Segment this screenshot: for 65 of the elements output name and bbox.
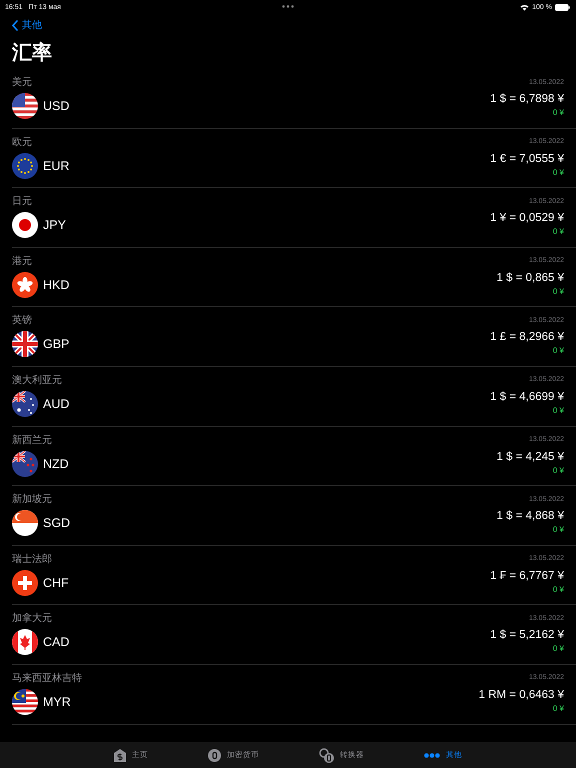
currency-name: 日元 [12, 195, 32, 208]
exchange-rate: 1 $ = 0,865 ¥ [496, 270, 564, 286]
rate-change: 0 ¥ [552, 286, 564, 298]
currency-code: GBP [43, 337, 70, 352]
currency-name: 瑞士法郎 [12, 552, 52, 566]
flag-icon [12, 272, 38, 298]
exchange-rate: 1 $ = 5,2162 ¥ [490, 628, 564, 644]
battery-icon [555, 4, 570, 10]
flag-icon [12, 570, 38, 596]
flag-icon [12, 688, 38, 715]
rate-change: 0 ¥ [552, 166, 564, 179]
wifi-icon [520, 4, 530, 10]
more-icon [424, 752, 440, 758]
flag-icon [12, 390, 38, 417]
flag-icon [12, 212, 38, 238]
more-icon [282, 5, 294, 8]
currency-name: 加拿大元 [12, 612, 52, 626]
rate-change: 0 ¥ [552, 524, 564, 536]
coin-icon [208, 748, 221, 762]
rate-change: 0 ¥ [552, 584, 564, 596]
back-button[interactable]: 其他 [12, 18, 42, 32]
rate-change: 0 ¥ [552, 345, 564, 358]
flag-icon [12, 93, 38, 119]
exchange-rate: 1 € = 7,0555 ¥ [490, 152, 564, 167]
page-title: 汇率 [12, 41, 53, 65]
rate-change: 0 ¥ [552, 464, 564, 477]
exchange-rate: 1 $ = 6,7898 ¥ [490, 92, 564, 107]
currency-name: 新加坡元 [12, 492, 52, 506]
exchange-rate: 1 $ = 4,6699 ¥ [490, 390, 564, 405]
currency-name: 港元 [12, 254, 32, 268]
exchange-rate: 1 RM = 0,6463 ¥ [478, 688, 564, 703]
flag-icon [12, 152, 38, 179]
currency-code: CHF [43, 576, 69, 590]
currency-code: NZD [43, 456, 69, 471]
exchange-rate: 1 £ = 8,2966 ¥ [490, 330, 564, 346]
flag-icon [12, 331, 38, 358]
rate-change: 0 ¥ [552, 643, 564, 656]
currency-code: USD [43, 99, 70, 113]
currency-code: JPY [43, 218, 66, 232]
currency-name: 新西兰元 [12, 434, 52, 447]
currency-code: EUR [43, 158, 70, 173]
flag-icon [12, 450, 38, 477]
chevron-left-icon [12, 20, 18, 30]
banknote-icon [114, 748, 126, 762]
rate-change: 0 ¥ [552, 702, 564, 715]
rate-change: 0 ¥ [552, 404, 564, 417]
currency-name: 美元 [12, 76, 32, 89]
currency-code: MYR [43, 694, 71, 709]
currency-name: 马来西亚林吉特 [12, 672, 82, 685]
exchange-rate: 1 ₣ = 6,7767 ¥ [490, 568, 564, 584]
currency-name: 欧元 [12, 136, 32, 149]
currency-code: SGD [43, 516, 70, 530]
flag-icon [12, 629, 38, 656]
currency-code: HKD [43, 278, 70, 292]
currency-code: CAD [43, 635, 70, 650]
exchange-rate: 1 ¥ = 0,0529 ¥ [490, 211, 564, 226]
currency-code: AUD [43, 396, 70, 411]
rate-change: 0 ¥ [552, 107, 564, 119]
rate-change: 0 ¥ [552, 226, 564, 238]
flag-icon [12, 510, 38, 536]
currency-name: 澳大利亚元 [12, 374, 62, 387]
currency-name: 英镑 [12, 314, 32, 328]
exchange-rate: 1 $ = 4,868 ¥ [496, 509, 564, 524]
exchange-rate: 1 $ = 4,245 ¥ [496, 450, 564, 465]
exchange-coins-icon [319, 748, 334, 762]
